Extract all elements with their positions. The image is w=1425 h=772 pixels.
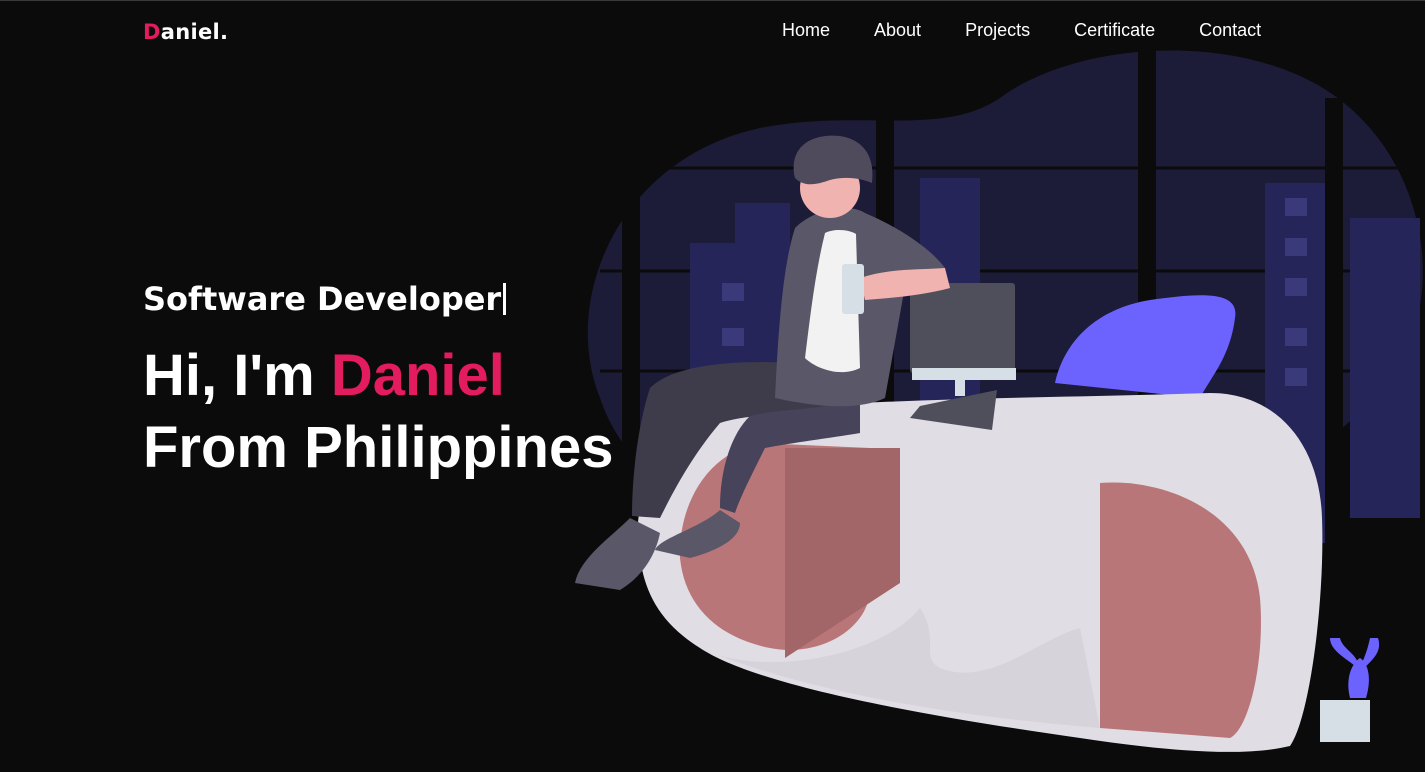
top-border [0,0,1425,1]
developer-at-desk-illustration [575,38,1423,752]
hero-role-text: Software Developer [143,280,507,318]
site-logo[interactable]: Daniel. [143,20,228,44]
hero-name: Daniel [330,343,505,408]
logo-rest: aniel. [160,20,229,44]
location-line: From Philippines [143,415,614,480]
greeting-text: Hi, I'm [143,343,331,408]
cactus-plant-icon [1320,638,1380,742]
role-label: Software Developer [143,280,502,318]
logo-first-letter: D [143,20,161,44]
hero-headline: Hi, I'm Daniel From Philippines [143,340,614,484]
typing-cursor [503,283,507,315]
greeting-line: Hi, I'm Daniel [143,340,614,412]
